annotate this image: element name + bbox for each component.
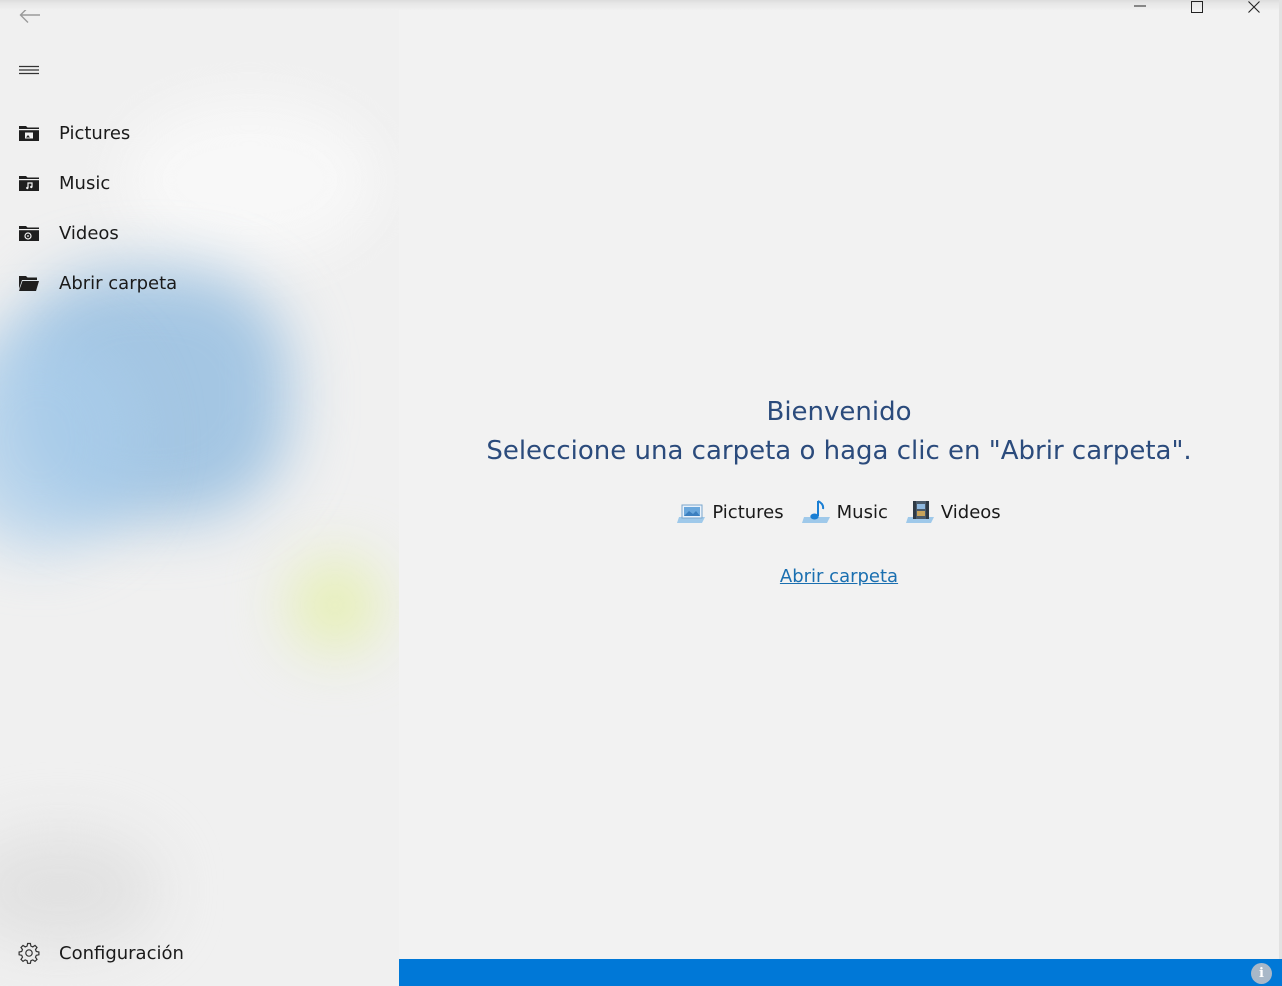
quick-link-pictures[interactable]: Pictures: [677, 498, 784, 526]
sidebar-item-videos[interactable]: Videos: [0, 208, 399, 258]
sidebar-item-pictures[interactable]: Pictures: [0, 108, 399, 158]
quick-link-videos[interactable]: Videos: [905, 498, 1001, 526]
sidebar: Pictures Music Videos Abrir carpeta Conf…: [0, 0, 399, 986]
quick-link-music[interactable]: Music: [801, 498, 888, 526]
sidebar-item-label: Pictures: [59, 122, 131, 144]
quick-link-label: Music: [836, 501, 888, 523]
sidebar-item-music[interactable]: Music: [0, 158, 399, 208]
status-bar: i: [399, 959, 1282, 986]
welcome-subtitle: Seleccione una carpeta o haga clic en "A…: [486, 436, 1192, 466]
info-button[interactable]: i: [1251, 963, 1272, 984]
sidebar-item-settings[interactable]: Configuración: [0, 928, 399, 978]
open-folder-icon: [0, 275, 58, 291]
main-content: Bienvenido Seleccione una carpeta o haga…: [399, 10, 1279, 959]
open-folder-link-container: Abrir carpeta: [399, 566, 1279, 587]
app-window: Pictures Music Videos Abrir carpeta Conf…: [0, 0, 1282, 986]
sidebar-item-open-folder[interactable]: Abrir carpeta: [0, 258, 399, 308]
welcome-title: Bienvenido: [766, 397, 912, 427]
hamburger-menu-button[interactable]: [14, 56, 44, 84]
videos-folder-icon: [0, 225, 58, 241]
sidebar-item-label: Abrir carpeta: [59, 272, 178, 294]
settings-label: Configuración: [59, 942, 184, 964]
pictures-library-icon: [677, 498, 707, 526]
open-folder-link[interactable]: Abrir carpeta: [780, 566, 898, 587]
quick-links: Pictures Music Videos: [399, 498, 1279, 526]
info-icon: i: [1259, 966, 1264, 981]
videos-library-icon: [905, 498, 936, 526]
hamburger-menu-icon: [19, 65, 39, 75]
sidebar-item-label: Music: [59, 172, 111, 194]
gear-icon: [0, 942, 58, 964]
quick-link-label: Pictures: [712, 501, 784, 523]
quick-link-label: Videos: [940, 501, 1001, 523]
music-folder-icon: [0, 175, 58, 191]
window-top-border: [0, 0, 1282, 10]
sidebar-item-label: Videos: [59, 222, 119, 244]
music-library-icon: [801, 498, 832, 526]
pictures-folder-icon: [0, 125, 58, 141]
